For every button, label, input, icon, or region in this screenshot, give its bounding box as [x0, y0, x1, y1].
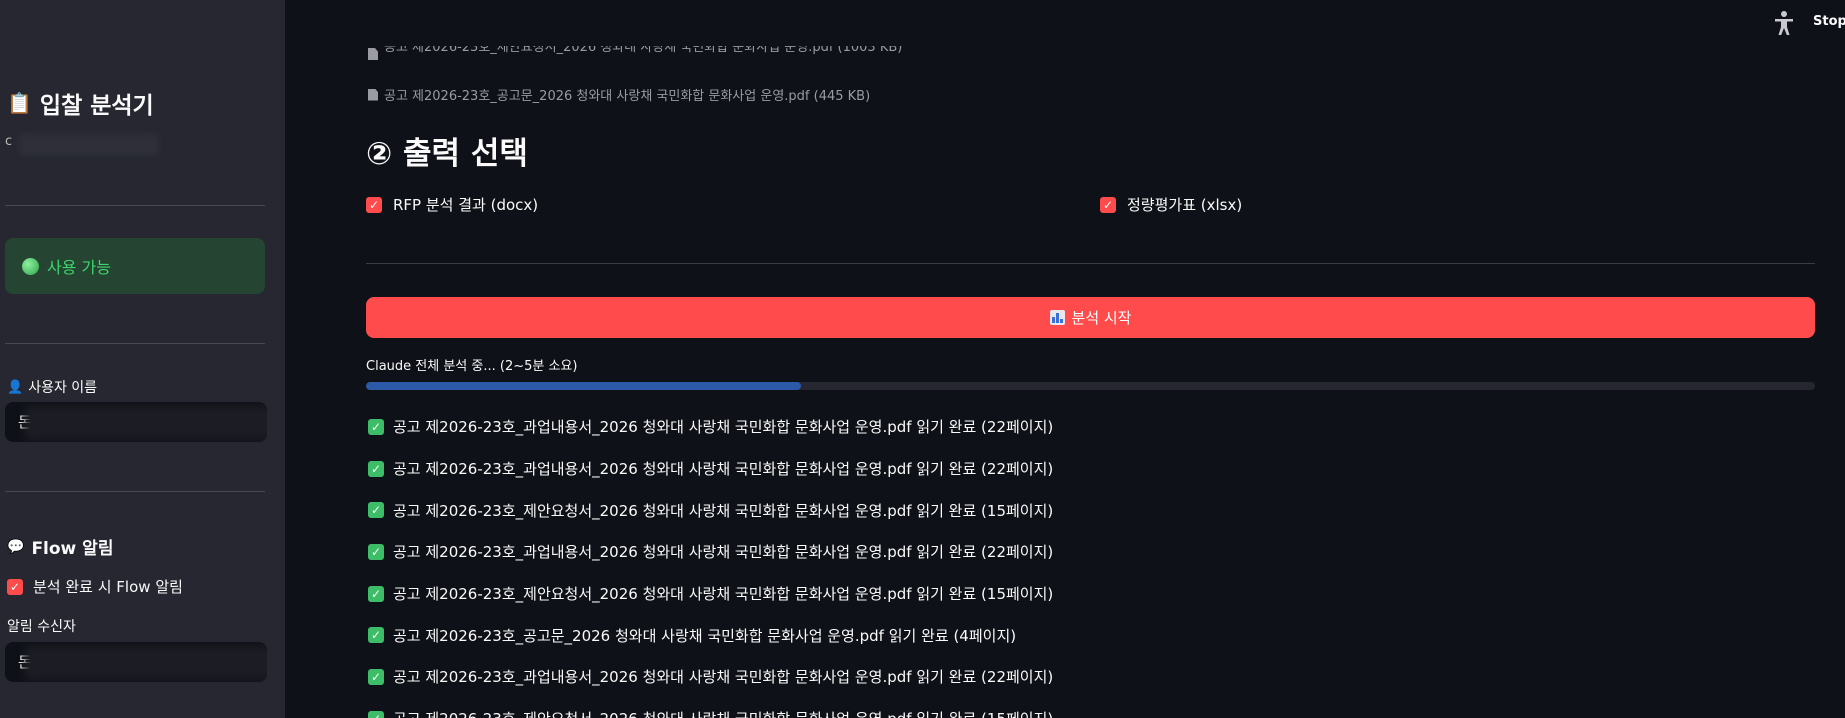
flow-notify-label: 분석 완료 시 Flow 알림: [33, 578, 183, 596]
log-text: 공고 제2026-23호_과업내용서_2026 청와대 사랑채 국민화합 문화사…: [393, 543, 1054, 562]
flow-section-title-text: Flow 알림: [31, 539, 114, 559]
progress-bar: [366, 382, 1815, 390]
stop-button[interactable]: Stop: [1813, 14, 1845, 29]
file-name: 공고 제2026-23호_제안요청서_2026 청와대 사랑채 국민화합 문화사…: [384, 46, 903, 55]
clipboard-icon: 📋: [7, 91, 32, 115]
document-icon: [368, 48, 378, 60]
progress-fill: [366, 382, 801, 390]
list-item: ✓ 공고 제2026-23호_공고문_2026 청와대 사랑채 국민화합 문화사업…: [368, 614, 1053, 656]
start-analysis-label: 분석 시작: [1071, 309, 1132, 327]
option-rfp-docx[interactable]: ✓ RFP 분석 결과 (docx): [366, 194, 538, 215]
person-accessibility-icon[interactable]: [1773, 10, 1795, 36]
bar-chart-icon: [1049, 310, 1065, 325]
log-text: 공고 제2026-23호_과업내용서_2026 청와대 사랑채 국민화합 문화사…: [393, 668, 1054, 687]
progress-label: Claude 전체 분석 중... (2~5분 소요): [366, 359, 578, 374]
check-mark-icon: ✓: [368, 627, 384, 644]
log-text: 공고 제2026-23호_과업내용서_2026 청와대 사랑채 국민화합 문화사…: [393, 460, 1054, 479]
list-item: ✓ 공고 제2026-23호_과업내용서_2026 청와대 사랑채 국민화합 문화…: [368, 531, 1053, 573]
option-label: RFP 분석 결과 (docx): [393, 196, 539, 214]
option-label: 정량평가표 (xlsx): [1127, 196, 1243, 214]
checkbox-checked-icon[interactable]: ✓: [7, 578, 23, 595]
log-text: 공고 제2026-23호_제안요청서_2026 청와대 사랑채 국민화합 문화사…: [393, 501, 1054, 520]
sidebar-title-text: 입찰 분석기: [39, 93, 154, 119]
recipient-label-text: 알림 수신자: [7, 619, 76, 635]
checkbox-checked-icon[interactable]: ✓: [366, 196, 382, 213]
speech-bubble-icon: 💬: [7, 538, 25, 555]
output-section-title: ② 출력 선택: [366, 136, 528, 172]
log-text: 공고 제2026-23호_제안요청서_2026 청와대 사랑채 국민화합 문화사…: [393, 585, 1054, 604]
recipient-label: 알림 수신자: [7, 616, 76, 636]
file-name: 공고 제2026-23호_공고문_2026 청와대 사랑채 국민화합 문화사업 …: [384, 89, 871, 104]
list-item: ✓ 공고 제2026-23호_제안요청서_2026 청와대 사랑채 국민화합 문화…: [368, 698, 1053, 718]
recipient-input[interactable]: 돈: [5, 642, 267, 682]
log-text: 공고 제2026-23호_공고문_2026 청와대 사랑채 국민화합 문화사업 …: [393, 626, 1017, 645]
check-mark-icon: ✓: [368, 585, 384, 602]
uploaded-file-item: 공고 제2026-23호_제안요청서_2026 청와대 사랑채 국민화합 문화사…: [368, 46, 902, 60]
flow-notify-checkbox[interactable]: ✓ 분석 완료 시 Flow 알림: [7, 576, 183, 597]
user-name-input[interactable]: 돈: [5, 402, 267, 442]
list-item: ✓ 공고 제2026-23호_과업내용서_2026 청와대 사랑채 국민화합 문화…: [368, 656, 1053, 698]
list-item: ✓ 공고 제2026-23호_제안요청서_2026 청와대 사랑채 국민화합 문화…: [368, 573, 1053, 615]
sidebar-caption-text: c: [5, 134, 13, 149]
status-badge: 사용 가능: [5, 238, 265, 294]
flow-section-title: 💬 Flow 알림: [7, 534, 114, 560]
status-text: 사용 가능: [47, 258, 111, 277]
check-mark-icon: ✓: [368, 418, 384, 435]
user-name-label-text: 사용자 이름: [28, 380, 98, 396]
divider: [366, 263, 1815, 264]
redacted-blur: [25, 406, 267, 440]
option-quant-xlsx[interactable]: ✓ 정량평가표 (xlsx): [1100, 194, 1242, 215]
user-name-label: 👤 사용자 이름: [7, 377, 97, 397]
list-item: ✓ 공고 제2026-23호_과업내용서_2026 청와대 사랑채 국민화합 문화…: [368, 448, 1053, 490]
log-text: 공고 제2026-23호_과업내용서_2026 청와대 사랑채 국민화합 문화사…: [393, 418, 1054, 437]
check-mark-icon: ✓: [368, 668, 384, 685]
checkbox-checked-icon[interactable]: ✓: [1100, 196, 1116, 213]
check-mark-icon: ✓: [368, 502, 384, 519]
list-item: ✓ 공고 제2026-23호_과업내용서_2026 청와대 사랑채 국민화합 문화…: [368, 406, 1053, 448]
app-root: 📋 입찰 분석기 c 사용 가능 👤 사용자 이름 돈 💬 Flow 알림 ✓: [0, 0, 1845, 718]
list-item: ✓ 공고 제2026-23호_제안요청서_2026 청와대 사랑채 국민화합 문화…: [368, 489, 1053, 531]
redacted-blur: [25, 646, 267, 680]
uploaded-file-item: 공고 제2026-23호_공고문_2026 청와대 사랑채 국민화합 문화사업 …: [368, 85, 870, 104]
divider: [5, 491, 265, 492]
check-mark-icon: ✓: [368, 710, 384, 718]
divider: [5, 343, 265, 344]
green-circle-icon: [22, 257, 39, 275]
check-mark-icon: ✓: [368, 460, 384, 477]
log-text: 공고 제2026-23호_제안요청서_2026 청와대 사랑채 국민화합 문화사…: [393, 708, 1053, 718]
redacted-blur: [19, 134, 159, 156]
divider: [5, 205, 265, 206]
check-mark-icon: ✓: [368, 543, 384, 560]
log-list: ✓ 공고 제2026-23호_과업내용서_2026 청와대 사랑채 국민화합 문화…: [368, 406, 1053, 718]
document-icon: [368, 88, 378, 101]
start-analysis-button[interactable]: 분석 시작: [366, 297, 1815, 338]
sidebar-title: 📋 입찰 분석기: [7, 86, 154, 120]
person-icon: 👤: [7, 379, 24, 395]
sidebar-caption: c: [5, 134, 165, 156]
sidebar: 📋 입찰 분석기 c 사용 가능 👤 사용자 이름 돈 💬 Flow 알림 ✓: [0, 0, 285, 718]
